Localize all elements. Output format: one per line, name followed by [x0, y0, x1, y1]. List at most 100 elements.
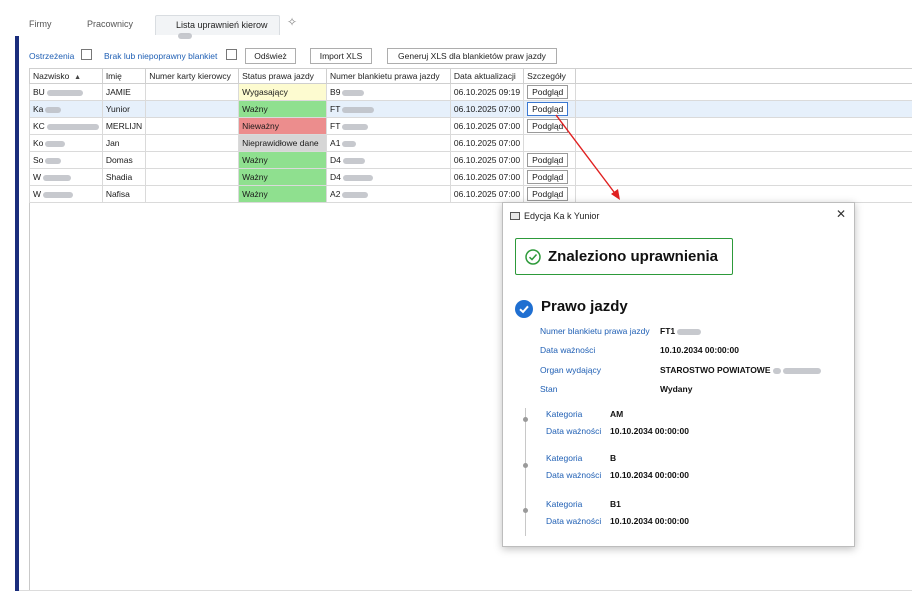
- field-label-stan: Stan: [540, 384, 558, 394]
- tab-pracownicy[interactable]: Pracownicy: [87, 19, 133, 29]
- import-xls-button[interactable]: Import XLS: [310, 48, 372, 64]
- data-aktualizacji-text: 06.10.2025 09:19: [453, 87, 521, 97]
- data-aktualizacji-text: 06.10.2025 07:00: [453, 172, 521, 182]
- table-row[interactable]: W Shadia Ważny D4 06.10.2025 07:00 Podgląd: [29, 168, 912, 186]
- field-value-stan: Wydany: [660, 384, 693, 394]
- category-label: Kategoria: [546, 453, 583, 463]
- imie-text: Jan: [105, 138, 120, 148]
- category-expiry-value: 10.10.2034 00:00:00: [610, 426, 689, 436]
- blurred-text: [178, 32, 192, 39]
- tab-firmy[interactable]: Firmy: [29, 19, 52, 29]
- status-text: Ważny: [242, 155, 268, 165]
- check-badge-icon: [515, 300, 533, 318]
- cell-imie: JAMIE: [101, 83, 147, 101]
- imie-text: JAMIE: [105, 87, 131, 97]
- cell-status: Ważny: [238, 168, 328, 186]
- field-label-data-waznosci: Data ważności: [540, 345, 596, 355]
- cell-status: Wygasający: [238, 83, 328, 101]
- podglad-button[interactable]: Podgląd: [527, 119, 569, 133]
- table-row[interactable]: Ko Jan Nieprawidłowe dane A1 06.10.2025 07:0…: [29, 134, 912, 152]
- table-row[interactable]: KC MERLIJN Nieważny FT 06.10.2025 07:00 Podgl…: [29, 117, 912, 135]
- cell-nazwisko: KC: [29, 117, 103, 135]
- category-expiry-label: Data ważności: [546, 426, 602, 436]
- cell-numer-blankietu: A1: [326, 134, 451, 152]
- cell-status: Ważny: [238, 100, 328, 118]
- col-imie[interactable]: Imię: [101, 68, 147, 84]
- cell-numer-blankietu: B9: [326, 83, 451, 101]
- brak-blankiet-checkbox[interactable]: [226, 49, 237, 60]
- table-row[interactable]: W Nafisa Ważny A2 06.10.2025 07:00 Podgląd: [29, 185, 912, 203]
- table-header-row: Nazwisko ▲ Imię Numer karty kierowcy Sta…: [29, 68, 912, 84]
- blurred-text: [677, 328, 702, 335]
- category-value: B: [610, 453, 617, 463]
- grid-left-border: [29, 196, 30, 591]
- blankiet-text: D4: [330, 155, 341, 165]
- cell-numer-blankietu: FT: [326, 100, 451, 118]
- field-value-organ: STAROSTWO POWIATOWE: [660, 365, 821, 375]
- cell-szczegoly: Podgląd: [523, 168, 577, 186]
- podglad-button[interactable]: Podgląd: [527, 153, 569, 167]
- ostrzezenia-label[interactable]: Ostrzeżenia: [29, 51, 74, 61]
- blurred-text: [342, 191, 369, 198]
- blankiet-text: A2: [330, 189, 341, 199]
- timeline-dot: [523, 463, 528, 468]
- blurred-text: [342, 157, 365, 164]
- cell-filler: [575, 83, 912, 101]
- col-numer-karty[interactable]: Numer karty kierowcy: [145, 68, 240, 84]
- blurred-text: [43, 174, 72, 181]
- cell-filler: [575, 100, 912, 118]
- cell-data-aktualizacji: 06.10.2025 07:00: [449, 185, 525, 203]
- generate-xls-button[interactable]: Generuj XLS dla blankietów praw jazdy: [387, 48, 557, 64]
- status-text: Ważny: [242, 104, 268, 114]
- cell-data-aktualizacji: 06.10.2025 07:00: [449, 117, 525, 135]
- cell-numer-karty: [145, 185, 240, 203]
- nazwisko-text: BU: [33, 87, 45, 97]
- blurred-text: [782, 367, 821, 374]
- podglad-button[interactable]: Podgląd: [527, 170, 569, 184]
- blurred-text: [342, 123, 369, 130]
- tab-lista-uprawnien[interactable]: Lista uprawnień kierow: [155, 15, 280, 39]
- cell-numer-karty: [145, 151, 240, 169]
- status-text: Nieważny: [242, 121, 279, 131]
- podglad-button[interactable]: Podgląd: [527, 102, 569, 116]
- table-row[interactable]: Ka Yunior Ważny FT 06.10.2025 07:00 Podgląd: [29, 100, 912, 118]
- imie-text: Nafisa: [105, 189, 130, 199]
- table-row[interactable]: BU JAMIE Wygasający B9 06.10.2025 09:19 Podgl…: [29, 83, 912, 101]
- close-icon[interactable]: ✕: [836, 207, 846, 221]
- nazwisko-text: Ko: [33, 138, 44, 148]
- podglad-button[interactable]: Podgląd: [527, 187, 569, 201]
- category-label: Kategoria: [546, 409, 583, 419]
- toolbar: Ostrzeżenia Brak lub niepoprawny blankie…: [29, 48, 909, 64]
- col-numer-blankietu[interactable]: Numer blankietu prawa jazdy: [326, 68, 451, 84]
- blankiet-text: B9: [330, 87, 341, 97]
- col-status[interactable]: Status prawa jazdy: [238, 68, 328, 84]
- dialog-title: Edycja Ka k Yunior: [524, 211, 600, 221]
- blurred-text: [772, 367, 781, 374]
- cell-data-aktualizacji: 06.10.2025 09:19: [449, 83, 525, 101]
- category-expiry-value: 10.10.2034 00:00:00: [610, 470, 689, 480]
- refresh-button[interactable]: Odśwież: [245, 48, 296, 64]
- podglad-button[interactable]: Podgląd: [527, 85, 569, 99]
- col-nazwisko[interactable]: Nazwisko ▲: [29, 68, 103, 84]
- data-aktualizacji-text: 06.10.2025 07:00: [453, 155, 521, 165]
- col-data-aktualizacji[interactable]: Data aktualizacji: [449, 68, 525, 84]
- col-szczegoly[interactable]: Szczegóły: [523, 68, 577, 84]
- cell-status: Nieprawidłowe dane: [238, 134, 328, 152]
- tab-strip: Firmy Pracownicy Lista uprawnień kierow …: [0, 0, 912, 39]
- field-value-blankiet: FT1: [660, 326, 702, 336]
- status-text: Nieprawidłowe dane: [242, 138, 319, 148]
- status-text: Wygasający: [242, 87, 288, 97]
- blankiet-text: FT: [330, 121, 341, 131]
- add-tab-icon[interactable]: ✧: [287, 15, 297, 29]
- cell-szczegoly: Podgląd: [523, 117, 577, 135]
- cell-data-aktualizacji: 06.10.2025 07:00: [449, 151, 525, 169]
- cell-imie: MERLIJN: [101, 117, 147, 135]
- category-expiry-label: Data ważności: [546, 470, 602, 480]
- cell-nazwisko: W: [29, 168, 103, 186]
- brak-blankiet-label[interactable]: Brak lub niepoprawny blankiet: [104, 51, 217, 61]
- cell-imie: Yunior: [101, 100, 147, 118]
- cell-numer-karty: [145, 168, 240, 186]
- ostrzezenia-checkbox[interactable]: [81, 49, 92, 60]
- table-row[interactable]: So Domas Ważny D4 06.10.2025 07:00 Podgląd: [29, 151, 912, 169]
- table-body: BU JAMIE Wygasający B9 06.10.2025 09:19 Podgl…: [29, 83, 912, 203]
